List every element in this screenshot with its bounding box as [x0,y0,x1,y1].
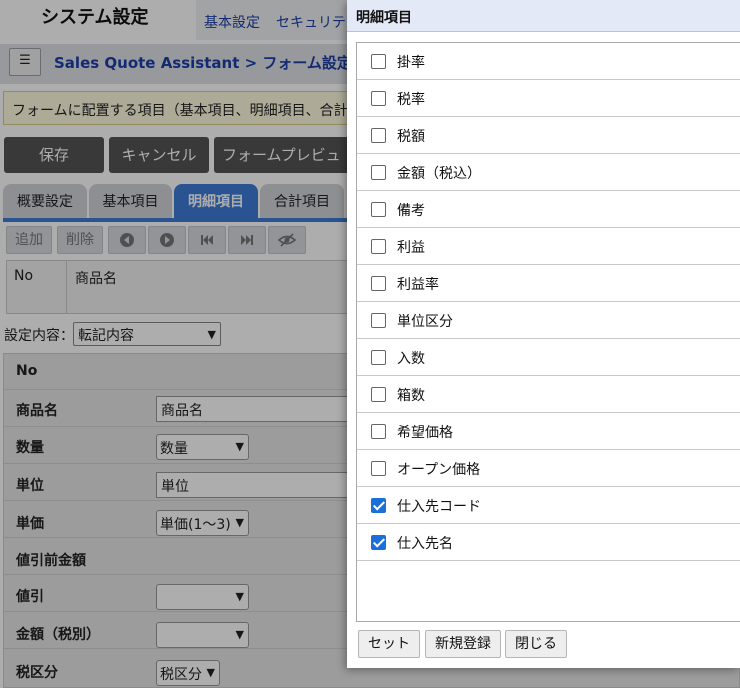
checkbox[interactable] [371,202,386,217]
dialog-header: 明細項目 [347,0,740,32]
checkbox[interactable] [371,165,386,180]
item-label: 仕入先コード [397,499,481,515]
checkbox[interactable] [371,350,386,365]
checkbox[interactable] [371,54,386,69]
item-label: 単位区分 [397,314,453,330]
list-item[interactable]: 仕入先コード [357,487,740,524]
new-register-button[interactable]: 新規登録 [425,630,501,658]
item-label: 掛率 [397,55,425,71]
item-label: 利益 [397,240,425,256]
list-item[interactable]: 掛率 [357,43,740,80]
list-item[interactable]: 希望価格 [357,413,740,450]
item-label: 利益率 [397,277,439,293]
item-label: 備考 [397,203,425,219]
checkbox[interactable] [371,276,386,291]
checkbox[interactable] [371,313,386,328]
checkbox[interactable] [371,91,386,106]
list-item[interactable]: 利益 [357,228,740,265]
checkbox[interactable] [371,498,386,513]
list-item[interactable]: 金額（税込） [357,154,740,191]
set-button[interactable]: セット [358,630,420,658]
list-item[interactable]: 税率 [357,80,740,117]
item-label: 仕入先名 [397,536,453,552]
list-item[interactable]: 箱数 [357,376,740,413]
checkbox[interactable] [371,387,386,402]
list-item[interactable]: 利益率 [357,265,740,302]
checkbox[interactable] [371,461,386,476]
item-label: 箱数 [397,388,425,404]
item-label: オープン価格 [397,462,481,478]
list-item[interactable]: 単位区分 [357,302,740,339]
item-label: 金額（税込） [397,166,481,182]
dialog-title: 明細項目 [356,10,412,26]
list-item[interactable]: 税額 [357,117,740,154]
checkbox[interactable] [371,424,386,439]
list-item[interactable]: オープン価格 [357,450,740,487]
item-label: 税率 [397,92,425,108]
list-item[interactable]: 入数 [357,339,740,376]
item-label: 希望価格 [397,425,453,441]
dialog-item-list[interactable]: 掛率 税率 税額 金額（税込） 備考 利益 利益率 単位区分 入数 箱数 希望価… [356,42,740,622]
close-button[interactable]: 閉じる [505,630,567,658]
item-label: 税額 [397,129,425,145]
checkbox[interactable] [371,535,386,550]
item-label: 入数 [397,351,425,367]
detail-items-dialog: 明細項目 掛率 税率 税額 金額（税込） 備考 利益 利益率 単位区分 入数 箱… [347,0,740,668]
checkbox[interactable] [371,128,386,143]
checkbox[interactable] [371,239,386,254]
list-item[interactable]: 備考 [357,191,740,228]
list-item[interactable]: 仕入先名 [357,524,740,561]
